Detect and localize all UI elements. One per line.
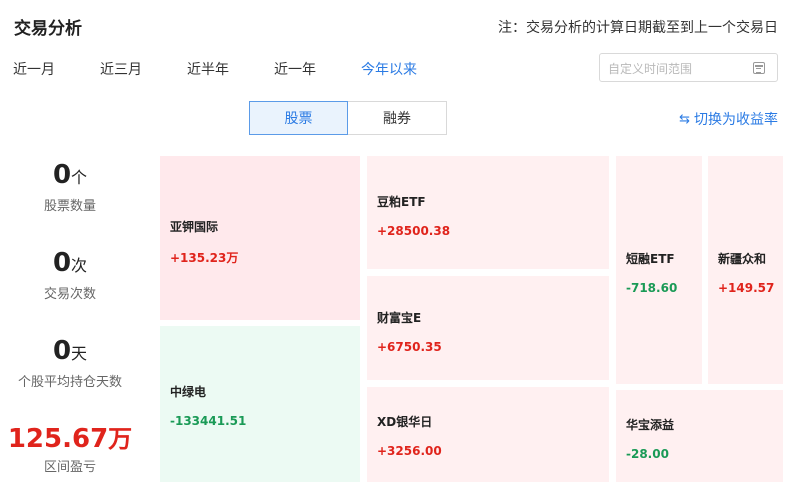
tile-value: +135.23万 [170,251,239,265]
swap-icon: ⇆ [679,111,690,127]
stat-value: 0 [52,336,72,366]
switch-label: 切换为收益率 [694,112,778,128]
stat-avg-hold-days: 0天 个股平均持仓天数 [0,336,140,390]
period-1y[interactable]: 近一年 [274,59,316,79]
tile-name: 财富宝E [377,311,422,325]
treemap-tile[interactable]: 亚钾国际 +135.23万 [160,156,360,320]
stat-trade-count: 0次 交易次数 [0,248,140,302]
tile-value: +3256.00 [377,444,442,458]
treemap-tile[interactable]: 华宝添益 -28.00 [616,390,783,482]
calendar-icon[interactable] [753,62,765,74]
treemap-tile[interactable]: 新疆众和 +149.57 [708,156,783,384]
tile-value: +6750.35 [377,340,442,354]
stat-value: 125.67 [7,424,109,454]
stat-period-pnl: 125.67万 区间盈亏 [0,424,140,475]
tab-short-selling[interactable]: 融券 [348,101,447,135]
period-3m[interactable]: 近三月 [100,59,142,79]
stat-unit: 个 [71,168,88,187]
treemap-tile[interactable]: 财富宝E +6750.35 [367,276,609,380]
stat-label: 区间盈亏 [43,460,96,475]
tile-name: 华宝添益 [626,418,675,432]
treemap-tile[interactable]: 短融ETF -718.60 [616,156,702,384]
tile-name: 新疆众和 [718,252,767,266]
date-range-picker[interactable]: 自定义时间范围 [599,53,778,82]
tile-name: XD银华日 [377,415,433,429]
treemap-tile[interactable]: 中绿电 -133441.51 [160,326,360,482]
tile-name: 短融ETF [626,252,675,266]
tile-name: 豆粕ETF [377,195,426,209]
stat-label: 交易次数 [43,287,96,302]
tab-stocks[interactable]: 股票 [249,101,348,135]
stat-value: 0 [52,248,72,278]
treemap-tile[interactable]: XD银华日 +3256.00 [367,387,609,482]
tile-name: 中绿电 [170,385,207,399]
period-1m[interactable]: 近一月 [13,59,55,79]
stat-label: 个股平均持仓天数 [17,375,122,390]
period-6m[interactable]: 近半年 [187,59,229,79]
tile-value: -718.60 [626,281,678,295]
tile-value: +28500.38 [377,224,451,238]
stat-stock-count: 0个 股票数量 [0,160,140,214]
stat-unit: 次 [71,256,88,275]
date-note: 注：交易分析的计算日期截至到上一个交易日 [498,20,778,36]
date-range-placeholder: 自定义时间范围 [608,62,693,76]
period-ytd[interactable]: 今年以来 [361,59,417,79]
period-tabs: 近一月 近三月 近半年 近一年 今年以来 [13,59,462,79]
tile-value: -133441.51 [170,414,247,428]
tile-name: 亚钾国际 [170,220,219,234]
asset-type-toggle: 股票 融券 [249,101,447,135]
stat-unit: 天 [71,344,88,363]
tile-value: -28.00 [626,447,669,461]
stat-unit: 万 [108,425,133,453]
stat-value: 0 [52,160,72,190]
page-title: 交易分析 [14,19,82,39]
tile-value: +149.57 [718,281,775,295]
stat-label: 股票数量 [43,199,96,214]
switch-to-return-rate-button[interactable]: ⇆ 切换为收益率 [679,109,778,129]
treemap-tile[interactable]: 豆粕ETF +28500.38 [367,156,609,269]
